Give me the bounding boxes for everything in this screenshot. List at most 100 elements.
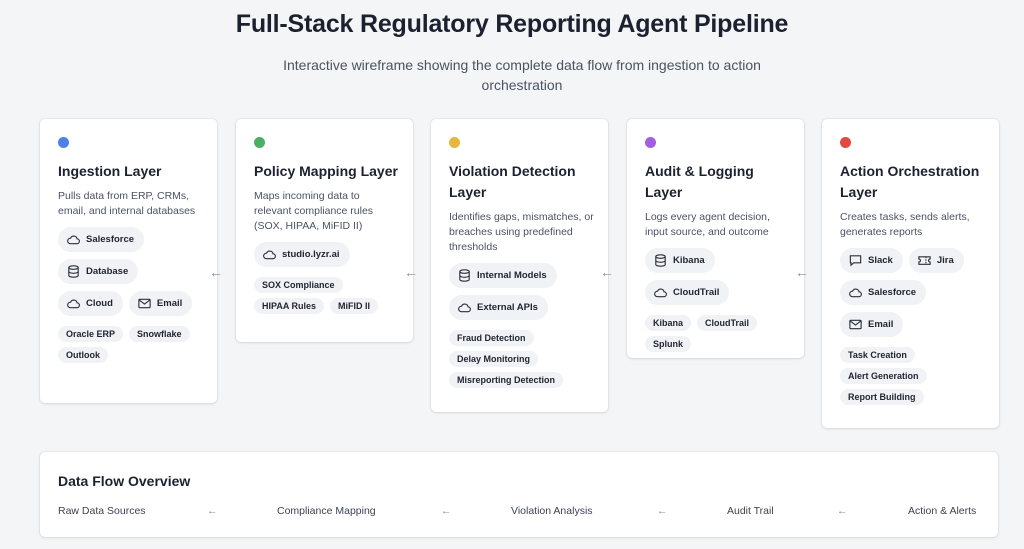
cloud-icon	[66, 296, 81, 311]
layer-card-action-orchestration-layer[interactable]: Action Orchestration Layer Creates tasks,…	[822, 119, 999, 428]
integration-pill-label: Email	[156, 298, 183, 309]
integration-row: CloudTrail	[645, 280, 790, 305]
integration-row: Internal Models	[449, 263, 594, 288]
integration-row: External APIs	[449, 295, 594, 320]
flow-step-compliance-mapping: Compliance Mapping	[277, 505, 376, 517]
tag-oracle-erp: Oracle ERP	[58, 326, 124, 342]
flow-step-arrow-icon: ←	[441, 505, 452, 517]
data-flow-overview: Data Flow Overview Raw Data Sources Compl…	[40, 452, 998, 537]
mail-icon	[848, 317, 863, 332]
flow-arrow-icon: ←	[209, 264, 223, 280]
layer-status-dot	[840, 137, 851, 148]
tag-mifid-ii: MiFID II	[330, 298, 379, 314]
flow-step-arrow-icon: ←	[837, 505, 848, 517]
layer-title: Violation Detection Layer	[449, 163, 576, 200]
integration-pill-label: Slack	[868, 255, 893, 266]
integration-row: Salesforce	[840, 280, 985, 305]
tag-snowflake: Snowflake	[129, 326, 190, 342]
database-icon	[653, 253, 668, 268]
layer-card-violation-detection-layer[interactable]: Violation Detection Layer Identifies gaps…	[431, 119, 608, 412]
integration-row: Database	[58, 259, 203, 284]
integration-pill-salesforce[interactable]: Salesforce	[840, 280, 927, 305]
integration-pill-label: CloudTrail	[673, 287, 720, 298]
layer-title: Ingestion Layer	[58, 163, 162, 179]
integration-row: studio.lyzr.ai	[254, 242, 399, 267]
layer-card-audit-logging-layer[interactable]: Audit & Logging Layer Logs every agent de…	[627, 119, 804, 358]
layer-description: Identifies gaps, mismatches, or breaches…	[449, 211, 594, 253]
integration-pill-jira[interactable]: Jira	[908, 248, 964, 273]
integration-pill-label: Jira	[936, 255, 954, 266]
integration-pill-label: External APIs	[477, 302, 538, 313]
layer-title: Audit & Logging Layer	[645, 163, 754, 200]
integration-pill-kibana[interactable]: Kibana	[645, 248, 715, 273]
data-flow-steps: Raw Data Sources Compliance Mapping Violat…	[58, 505, 980, 521]
integration-pill-slack[interactable]: Slack	[840, 248, 903, 273]
integration-pill-salesforce[interactable]: Salesforce	[58, 227, 145, 252]
tag-kibana: Kibana	[645, 315, 692, 331]
tag-fraud-detection: Fraud Detection	[449, 330, 534, 346]
integration-pill-email[interactable]: Email	[840, 312, 904, 337]
tag-outlook: Outlook	[58, 347, 108, 363]
overview-title: Data Flow Overview	[58, 473, 191, 489]
tag-task-creation: Task Creation	[840, 347, 915, 363]
flow-arrow-icon: ←	[600, 264, 614, 280]
layer-tags: Kibana CloudTrail Splunk	[645, 315, 790, 352]
integration-pill-studio-lyzr-ai[interactable]: studio.lyzr.ai	[254, 242, 350, 267]
layer-tags: Task Creation Alert Generation Report Buil…	[840, 347, 985, 405]
integration-pill-label: studio.lyzr.ai	[282, 249, 340, 260]
integration-pill-cloudtrail[interactable]: CloudTrail	[645, 280, 730, 305]
layer-card-ingestion-layer[interactable]: Ingestion Layer Pulls data from ERP, CRMs…	[40, 119, 217, 403]
cloud-icon	[848, 285, 863, 300]
tag-misreporting-detection: Misreporting Detection	[449, 372, 564, 388]
layer-status-dot	[449, 137, 460, 148]
integration-pill-external-apis[interactable]: External APIs	[449, 295, 548, 320]
flow-step-raw-data-sources: Raw Data Sources	[58, 505, 146, 517]
integration-pill-email[interactable]: Email	[128, 291, 193, 316]
tag-cloudtrail: CloudTrail	[697, 315, 758, 331]
integration-pill-label: Cloud	[86, 298, 113, 309]
flow-step-action-alerts: Action & Alerts	[908, 505, 977, 517]
integration-pill-database[interactable]: Database	[58, 259, 139, 284]
chat-icon	[848, 253, 863, 268]
integration-row: Cloud Email	[58, 291, 203, 316]
integration-pill-label: Database	[86, 266, 129, 277]
flow-arrow-icon: ←	[404, 264, 418, 280]
layer-tags: SOX Compliance HIPAA Rules MiFID II	[254, 277, 399, 314]
layer-status-dot	[645, 137, 656, 148]
layer-title: Policy Mapping Layer	[254, 163, 398, 179]
layer-card-policy-mapping-layer[interactable]: Policy Mapping Layer Maps incoming data t…	[236, 119, 413, 342]
tag-delay-monitoring: Delay Monitoring	[449, 351, 539, 367]
flow-arrow-icon: ←	[795, 264, 809, 280]
tag-report-building: Report Building	[840, 389, 924, 405]
integration-pill-label: Kibana	[673, 255, 705, 266]
layer-description: Logs every agent decision, input source,…	[645, 211, 770, 238]
cloud-icon	[66, 232, 81, 247]
integration-pill-internal-models[interactable]: Internal Models	[449, 263, 557, 288]
page-subtitle: Interactive wireframe showing the comple…	[283, 57, 761, 93]
integration-pill-label: Salesforce	[86, 234, 135, 245]
layer-description: Pulls data from ERP, CRMs, email, and in…	[58, 190, 196, 217]
integration-row: Salesforce	[58, 227, 203, 252]
flow-step-violation-analysis: Violation Analysis	[511, 505, 593, 517]
cloud-icon	[262, 247, 277, 262]
tag-hipaa-rules: HIPAA Rules	[254, 298, 325, 314]
flow-step-arrow-icon: ←	[657, 505, 668, 517]
integration-row: Kibana	[645, 248, 790, 273]
layer-status-dot	[58, 137, 69, 148]
cloud-icon	[653, 285, 668, 300]
tag-splunk: Splunk	[645, 336, 692, 352]
layer-title: Action Orchestration Layer	[840, 163, 980, 200]
layer-tags: Fraud Detection Delay Monitoring Misreport…	[449, 330, 594, 388]
mail-icon	[137, 296, 152, 311]
tag-alert-generation: Alert Generation	[840, 368, 927, 384]
layer-tags: Oracle ERP Snowflake Outlook	[58, 326, 203, 363]
database-icon	[457, 268, 472, 283]
flow-step-audit-trail: Audit Trail	[727, 505, 774, 517]
tag-sox-compliance: SOX Compliance	[254, 277, 343, 293]
flow-step-arrow-icon: ←	[207, 505, 218, 517]
integration-pill-label: Internal Models	[477, 270, 547, 281]
integration-pill-label: Salesforce	[868, 287, 917, 298]
integration-pill-cloud[interactable]: Cloud	[58, 291, 123, 316]
ticket-icon	[917, 253, 932, 268]
integration-row: Slack Jira	[840, 248, 985, 273]
